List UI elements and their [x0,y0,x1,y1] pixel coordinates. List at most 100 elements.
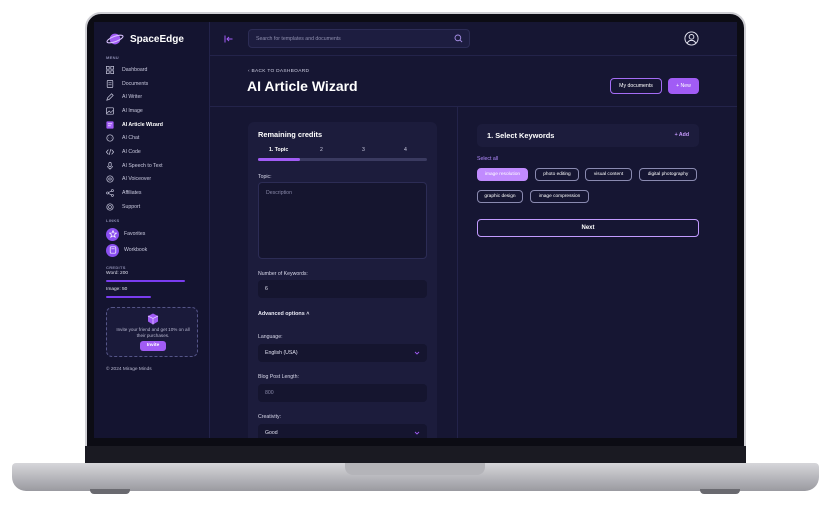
sidebar-item-ai-image[interactable]: AI Image [106,104,206,118]
user-avatar-icon[interactable] [684,31,699,46]
book-icon [106,243,119,257]
step-2[interactable]: 2 [320,147,323,153]
add-keyword-button[interactable]: + Add [675,132,689,138]
topic-placeholder: Description [266,190,292,196]
keyword-tag[interactable]: image compression [530,190,589,203]
keyword-tag[interactable]: digital photography [639,168,697,181]
laptop-foot [700,489,740,494]
sidebar-item-label: Affiliates [122,190,142,197]
topic-textarea[interactable]: Description [258,182,427,259]
step-progress-track [258,158,427,161]
invite-button[interactable]: Invite [140,341,166,351]
pen-icon [106,93,114,101]
keywords-count-value: 6 [265,286,268,292]
voiceover-icon [106,175,114,183]
creativity-value: Good [265,430,278,436]
keywords-count-label: Number of Keywords: [258,271,308,277]
keywords-count-input[interactable]: 6 [258,280,427,298]
search-icon[interactable] [454,34,463,43]
sidebar-item-label: AI Chat [122,135,140,142]
sidebar-links: Favorites Workbook [106,226,147,258]
wizard-panel-title: Remaining credits [258,130,323,139]
sidebar-link-label: Favorites [124,231,146,237]
search-input[interactable] [256,34,446,44]
sidebar-item-label: AI Writer [122,94,143,101]
back-link-label: BACK TO DASHBOARD [251,69,310,74]
sidebar-item-affiliates[interactable]: Affiliates [106,186,206,200]
select-all-link[interactable]: Select all [477,156,498,162]
sidebar-item-dashboard[interactable]: Dashboard [106,63,206,77]
sidebar-item-ai-chat[interactable]: AI Chat [106,131,206,145]
chat-icon [106,134,114,142]
select-keywords-header: 1. Select Keywords + Add [477,124,699,147]
keyword-tag[interactable]: visual content [585,168,632,181]
wizard-panel: Remaining credits 1. Topic 2 3 4 Topic: … [248,122,437,438]
chevron-down-icon [414,431,420,435]
step-4[interactable]: 4 [404,147,407,153]
my-documents-button[interactable]: My documents [610,78,662,94]
wizard-icon [106,120,114,129]
image-credits-label: Image: 50 [106,287,128,292]
sidebar-item-label: Documents [122,80,149,87]
sidebar-link-workbook[interactable]: Workbook [106,242,147,258]
sidebar-item-label: Support [122,203,141,210]
sidebar-item-label: Dashboard [122,66,148,73]
planet-logo-icon [106,33,124,45]
word-credits-bar [106,280,186,282]
page-title: AI Article Wizard [247,78,358,94]
blog-length-label: Blog Post Length: [258,374,299,380]
keyword-tag[interactable]: photo editing [535,168,579,181]
wizard-steps: 1. Topic 2 3 4 [258,147,427,157]
image-credits-bar [106,296,151,298]
blog-length-input[interactable]: 800 [258,384,427,402]
keyword-tag[interactable]: graphic design [477,190,523,203]
step-3[interactable]: 3 [362,147,365,153]
sidebar-item-ai-voiceover[interactable]: AI Voiceover [106,173,206,187]
star-icon [106,227,119,241]
creativity-select[interactable]: Good [258,424,427,438]
app-name: SpaceEdge [130,33,184,45]
app-screen: SpaceEdge MENU Dashboard Documents AI Wr… [94,22,737,438]
topic-label: Topic: [258,174,272,180]
collapse-sidebar-icon[interactable] [224,34,234,44]
links-section-label: LINKS [106,218,120,223]
step-progress-fill [258,158,301,161]
sidebar-link-favorites[interactable]: Favorites [106,226,147,242]
sidebar-nav: Dashboard Documents AI Writer AI Image A… [106,63,206,214]
invite-text: Invite your friend and get 10% on all th… [116,327,190,338]
invite-card: Invite your friend and get 10% on all th… [106,307,198,357]
document-icon [106,79,114,88]
language-label: Language: [258,334,283,340]
language-value: English (USA) [265,350,298,356]
back-to-dashboard-link[interactable]: ‹ BACK TO DASHBOARD [248,69,309,74]
sidebar-item-ai-speech-to-text[interactable]: AI Speech to Text [106,159,206,173]
select-keywords-title: 1. Select Keywords [487,131,555,140]
logo[interactable]: SpaceEdge [106,31,184,47]
sidebar-item-ai-article-wizard[interactable]: AI Article Wizard [106,118,206,132]
word-credits-label: Word: 200 [106,271,129,276]
advanced-options-label: Advanced options [258,311,305,317]
new-button[interactable]: + New [668,78,699,94]
top-header [210,22,737,56]
sidebar-item-ai-writer[interactable]: AI Writer [106,90,206,104]
advanced-options-toggle[interactable]: Advanced options ˄ [258,311,309,317]
language-select[interactable]: English (USA) [258,344,427,362]
copyright: © 2024 Mirage Minds [106,367,152,372]
support-icon [106,203,114,211]
sidebar-item-documents[interactable]: Documents [106,77,206,91]
header-divider [210,106,737,107]
sidebar-item-label: AI Code [122,148,141,155]
laptop-notch [345,463,485,475]
credits-section-label: CREDITS [106,265,126,270]
blog-length-placeholder: 800 [265,390,274,396]
next-button[interactable]: Next [477,219,699,237]
grid-icon [106,65,114,74]
sidebar-item-label: AI Image [122,107,143,114]
new-button-label: New [680,83,691,89]
step-1[interactable]: 1. Topic [269,147,288,153]
sidebar-item-support[interactable]: Support [106,200,206,214]
keyword-tag[interactable]: image resolution [477,168,528,181]
sidebar-item-label: AI Article Wizard [122,121,163,128]
laptop-foot [90,489,130,494]
sidebar-item-ai-code[interactable]: AI Code [106,145,206,159]
